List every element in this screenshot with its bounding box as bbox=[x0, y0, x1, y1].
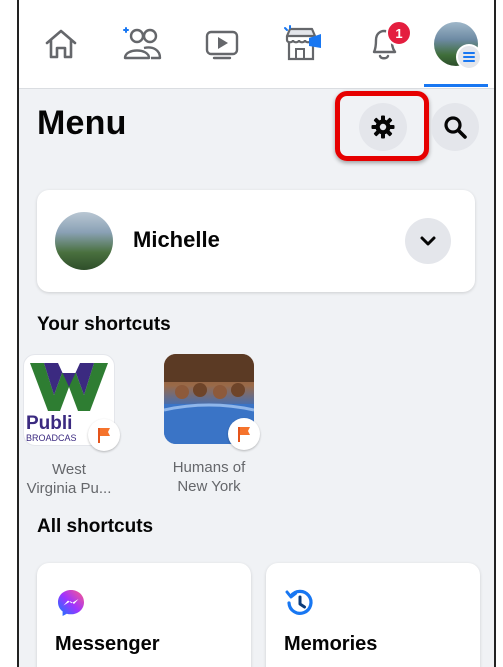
svg-text:BROADCAS: BROADCAS bbox=[26, 433, 77, 443]
shortcut-thumbnail: Publi BROADCAS bbox=[23, 354, 120, 451]
nav-friends[interactable] bbox=[112, 14, 172, 74]
nav-active-indicator bbox=[424, 84, 488, 87]
memories-icon bbox=[284, 587, 316, 624]
messenger-tile[interactable]: Messenger bbox=[37, 563, 251, 667]
menu-lines-icon bbox=[456, 44, 482, 70]
avatar bbox=[55, 212, 113, 270]
memories-label: Memories bbox=[284, 633, 378, 655]
search-button[interactable] bbox=[431, 103, 479, 151]
search-icon bbox=[444, 116, 467, 139]
page-flag-icon bbox=[228, 418, 260, 450]
marketplace-icon bbox=[284, 25, 321, 61]
expand-profiles-button[interactable] bbox=[405, 218, 451, 264]
top-nav: 1 bbox=[19, 0, 494, 89]
shortcut-label: West Virginia Pu... bbox=[26, 461, 112, 497]
nav-profile-menu[interactable] bbox=[426, 14, 486, 74]
messenger-label: Messenger bbox=[55, 633, 160, 655]
memories-tile[interactable]: Memories bbox=[266, 563, 480, 667]
profile-name: Michelle bbox=[133, 227, 220, 252]
watch-icon bbox=[205, 30, 239, 60]
settings-highlight-box bbox=[335, 91, 429, 161]
nav-home[interactable] bbox=[31, 14, 91, 74]
shortcut-item[interactable]: Humans of New York bbox=[159, 354, 260, 496]
friends-icon bbox=[123, 27, 162, 60]
messenger-icon bbox=[55, 587, 87, 624]
nav-avatar bbox=[434, 22, 482, 70]
page-title: Menu bbox=[37, 104, 127, 142]
chevron-down-icon bbox=[420, 236, 436, 246]
your-shortcuts-heading: Your shortcuts bbox=[37, 314, 171, 335]
page-flag-icon bbox=[88, 419, 120, 451]
nav-notifications[interactable]: 1 bbox=[354, 14, 414, 74]
notification-badge: 1 bbox=[386, 20, 412, 46]
shortcut-thumbnail bbox=[164, 354, 260, 450]
home-icon bbox=[45, 29, 77, 59]
shortcut-label: Humans of New York bbox=[172, 459, 246, 495]
app-frame: 1 Menu Michelle Your shortcuts Publi BRO… bbox=[17, 0, 496, 667]
nav-watch[interactable] bbox=[192, 14, 252, 74]
nav-marketplace[interactable] bbox=[273, 14, 333, 74]
all-shortcuts-heading: All shortcuts bbox=[37, 516, 154, 537]
profile-card[interactable]: Michelle bbox=[37, 190, 475, 292]
svg-text:Publi: Publi bbox=[26, 413, 72, 434]
shortcut-item[interactable]: Publi BROADCAS West Virginia Pu... bbox=[19, 354, 120, 498]
